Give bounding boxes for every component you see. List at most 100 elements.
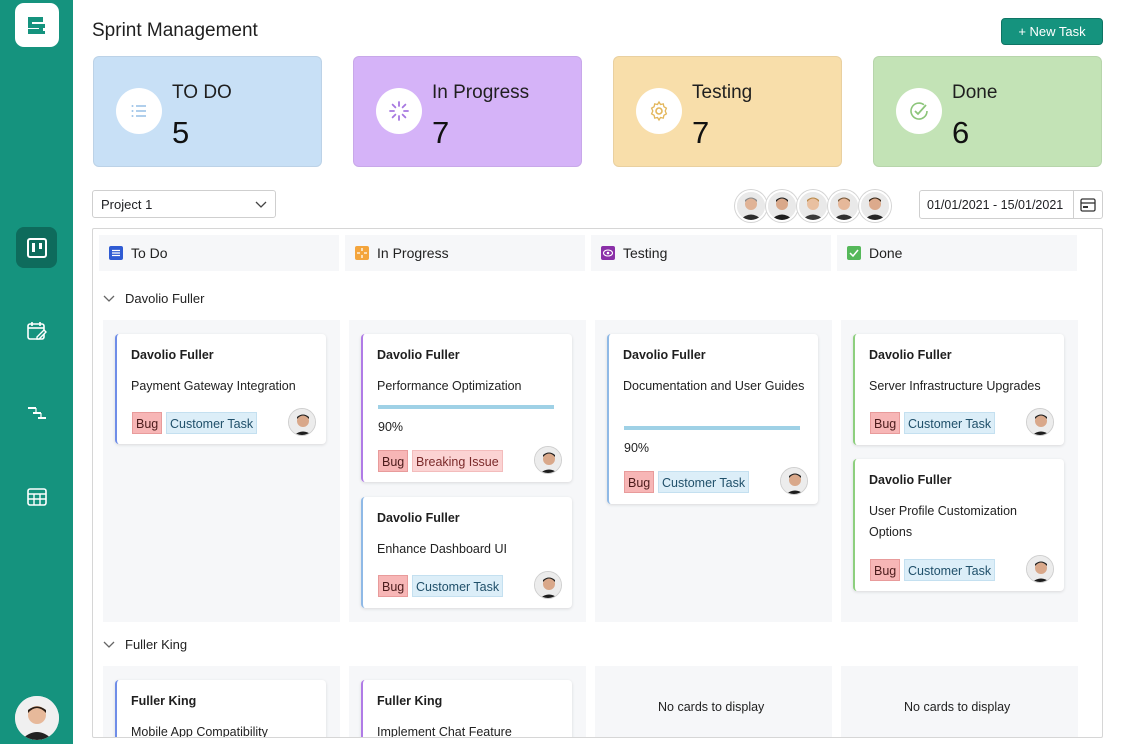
stat-card-todo[interactable]: TO DO 5 bbox=[93, 56, 322, 167]
date-range-picker[interactable]: 01/01/2021 - 15/01/2021 bbox=[919, 190, 1103, 219]
calendar-edit-icon bbox=[26, 321, 47, 340]
card-assignee: Davolio Fuller bbox=[869, 348, 952, 362]
card-avatar[interactable] bbox=[288, 408, 316, 436]
sidebar-item-gantt[interactable] bbox=[16, 392, 57, 433]
todo-column-icon bbox=[109, 246, 123, 260]
sidebar bbox=[0, 0, 73, 744]
stat-count: 6 bbox=[952, 115, 970, 150]
stat-label: Testing bbox=[692, 82, 753, 103]
card-assignee: Fuller King bbox=[377, 694, 443, 708]
sidebar-item-calendar[interactable] bbox=[16, 310, 57, 351]
team-member-avatar[interactable] bbox=[766, 190, 798, 222]
task-card[interactable]: Davolio Fuller User Profile Customizatio… bbox=[853, 459, 1064, 591]
tag-customer-task: Customer Task bbox=[412, 575, 504, 597]
column-header-done: Done bbox=[837, 235, 1077, 271]
column-header-todo: To Do bbox=[99, 235, 339, 271]
task-card[interactable]: Fuller King Implement Chat Feature bbox=[361, 680, 572, 737]
card-title: User Profile Customization Options bbox=[869, 504, 1017, 539]
column-title: In Progress bbox=[377, 245, 449, 261]
grid-table-icon bbox=[26, 487, 47, 506]
task-card[interactable]: Davolio Fuller Documentation and User Gu… bbox=[607, 334, 818, 504]
stat-card-in-progress[interactable]: In Progress 7 bbox=[353, 56, 582, 167]
stat-card-done[interactable]: Done 6 bbox=[873, 56, 1102, 167]
card-avatar[interactable] bbox=[780, 467, 808, 495]
tag-customer-task: Customer Task bbox=[904, 559, 996, 581]
empty-lane-message: No cards to display bbox=[658, 700, 765, 714]
team-member-avatar[interactable] bbox=[797, 190, 829, 222]
stat-label: In Progress bbox=[432, 82, 530, 103]
team-member-avatar[interactable] bbox=[735, 190, 767, 222]
task-card[interactable]: Davolio Fuller Server Infrastructure Upg… bbox=[853, 334, 1064, 445]
user-photo-icon bbox=[15, 696, 59, 740]
lane-in-progress: Davolio Fuller Performance Optimization … bbox=[349, 320, 586, 622]
card-assignee: Fuller King bbox=[131, 694, 197, 708]
lane-testing: Davolio Fuller Documentation and User Gu… bbox=[595, 320, 832, 622]
card-assignee: Davolio Fuller bbox=[377, 511, 460, 525]
calendar-icon[interactable] bbox=[1073, 191, 1102, 218]
progress-value: 90% bbox=[624, 441, 650, 455]
column-header-in-progress: In Progress bbox=[345, 235, 585, 271]
kanban-board: To Do In Progress Testing Done Davolio F… bbox=[92, 228, 1103, 738]
stat-count: 7 bbox=[692, 115, 710, 150]
card-assignee: Davolio Fuller bbox=[131, 348, 214, 362]
eye-icon bbox=[601, 246, 615, 260]
check-box-icon bbox=[847, 246, 861, 260]
lane-in-progress: Fuller King Implement Chat Feature bbox=[349, 666, 586, 737]
task-card[interactable]: Fuller King Mobile App Compatibility bbox=[115, 680, 326, 738]
lane-done: Davolio Fuller Server Infrastructure Upg… bbox=[841, 320, 1078, 622]
card-title: Mobile App Compatibility bbox=[131, 725, 268, 738]
kanban-board-icon bbox=[26, 237, 47, 258]
card-avatar[interactable] bbox=[534, 446, 562, 474]
team-member-avatar[interactable] bbox=[859, 190, 891, 222]
new-task-button[interactable]: + New Task bbox=[1001, 18, 1103, 45]
check-circle-icon bbox=[896, 88, 942, 134]
tag-bug: Bug bbox=[624, 471, 655, 493]
gantt-icon bbox=[27, 406, 46, 419]
card-avatar[interactable] bbox=[1026, 408, 1054, 436]
tag-customer-task: Customer Task bbox=[658, 471, 750, 493]
task-card[interactable]: Davolio Fuller Payment Gateway Integrati… bbox=[115, 334, 326, 444]
swimlane-title: Fuller King bbox=[125, 637, 188, 652]
tag-bug: Bug bbox=[870, 412, 901, 434]
column-header-testing: Testing bbox=[591, 235, 831, 271]
card-avatar[interactable] bbox=[534, 571, 562, 599]
stat-card-testing[interactable]: Testing 7 bbox=[613, 56, 842, 167]
task-card[interactable]: Davolio Fuller Performance Optimization … bbox=[361, 334, 572, 482]
stat-label: TO DO bbox=[172, 82, 232, 103]
card-title: Performance Optimization bbox=[377, 379, 522, 393]
column-title: To Do bbox=[131, 245, 168, 261]
lane-todo: Davolio Fuller Payment Gateway Integrati… bbox=[103, 320, 340, 622]
card-title: Payment Gateway Integration bbox=[131, 379, 296, 393]
card-title: Documentation and User Guides bbox=[623, 379, 805, 393]
empty-lane-message: No cards to display bbox=[904, 700, 1011, 714]
chevron-down-icon[interactable] bbox=[103, 641, 115, 649]
sidebar-item-board[interactable] bbox=[16, 227, 57, 268]
project-dropdown[interactable]: Project 1 bbox=[92, 190, 276, 218]
card-assignee: Davolio Fuller bbox=[869, 473, 952, 487]
sidebar-item-table[interactable] bbox=[16, 476, 57, 517]
column-title: Done bbox=[869, 245, 903, 261]
progress-bar bbox=[624, 426, 800, 430]
swimlane-header[interactable]: Fuller King bbox=[103, 637, 187, 652]
tag-bug: Bug bbox=[378, 575, 409, 597]
stat-label: Done bbox=[952, 82, 998, 103]
team-member-avatar[interactable] bbox=[828, 190, 860, 222]
column-title: Testing bbox=[623, 245, 668, 261]
lane-done: No cards to display bbox=[841, 666, 1078, 737]
lane-todo: Fuller King Mobile App Compatibility bbox=[103, 666, 340, 738]
current-user-avatar[interactable] bbox=[15, 696, 59, 740]
card-title: Enhance Dashboard UI bbox=[377, 542, 507, 556]
card-avatar[interactable] bbox=[1026, 555, 1054, 583]
card-title: Server Infrastructure Upgrades bbox=[869, 379, 1041, 393]
app-logo[interactable] bbox=[15, 3, 59, 47]
progress-value: 90% bbox=[378, 420, 404, 434]
tag-breaking-issue: Breaking Issue bbox=[412, 450, 503, 472]
progress-bar bbox=[378, 405, 554, 409]
tag-bug: Bug bbox=[378, 450, 409, 472]
swimlane-header[interactable]: Davolio Fuller bbox=[103, 291, 204, 306]
page-title: Sprint Management bbox=[92, 20, 258, 41]
chevron-down-icon[interactable] bbox=[103, 295, 115, 303]
task-card[interactable]: Davolio Fuller Enhance Dashboard UI Bug … bbox=[361, 497, 572, 608]
card-assignee: Davolio Fuller bbox=[623, 348, 706, 362]
logo-icon bbox=[28, 17, 46, 34]
